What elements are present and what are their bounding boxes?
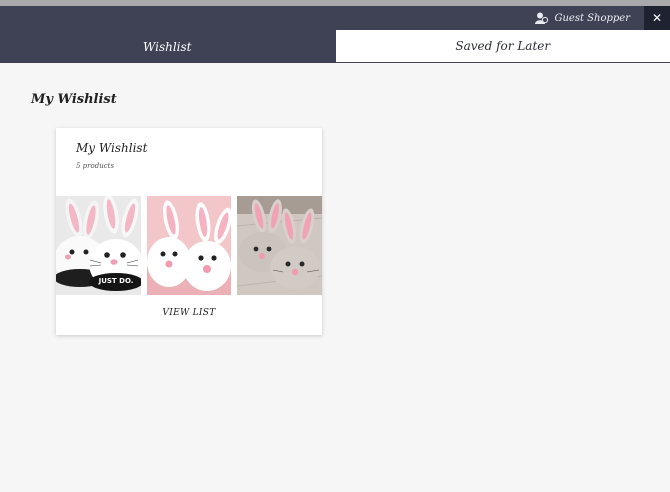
user-label: Guest Shopper xyxy=(554,12,631,24)
bunny-slipper-image-2 xyxy=(146,196,232,295)
product-thumbnail[interactable] xyxy=(237,196,323,295)
close-button[interactable]: ✕ xyxy=(644,6,670,30)
guest-shopper-link[interactable]: Guest Shopper xyxy=(534,6,631,30)
product-thumbnail[interactable] xyxy=(146,196,232,295)
card-title: My Wishlist xyxy=(76,141,148,155)
thumbnail-row: JUST DO. xyxy=(56,196,323,295)
page-title: My Wishlist xyxy=(31,92,117,107)
close-icon: ✕ xyxy=(651,11,663,25)
product-count: 5 products xyxy=(76,162,115,170)
tab-wishlist[interactable]: Wishlist xyxy=(0,30,335,63)
tab-saved-for-later[interactable]: Saved for Later xyxy=(334,30,670,63)
bunny-slipper-image-1: JUST DO. xyxy=(56,196,141,295)
slipper-caption: JUST DO. xyxy=(98,277,134,285)
bunny-slipper-image-3 xyxy=(237,196,323,295)
tab-bar: Wishlist Saved for Later xyxy=(0,30,670,63)
view-list-button[interactable]: VIEW LIST xyxy=(56,308,322,318)
wishlist-card[interactable]: My Wishlist 5 products JUST DO. VIEW LIS… xyxy=(56,128,323,335)
product-thumbnail[interactable]: JUST DO. xyxy=(56,196,141,295)
user-icon xyxy=(534,12,549,24)
